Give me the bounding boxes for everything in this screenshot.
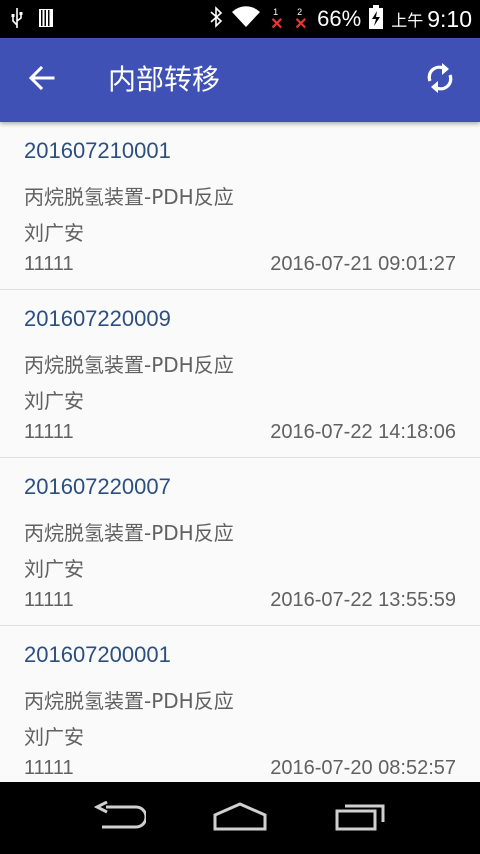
battery-percent: 66%	[317, 6, 362, 31]
nav-home-button[interactable]	[205, 793, 275, 843]
nav-recents-button[interactable]	[325, 793, 395, 843]
record-id: 201607210001	[24, 138, 171, 163]
clock-ampm: 上午	[391, 13, 424, 30]
arrow-back-icon	[28, 65, 55, 95]
record-id: 201607200001	[24, 642, 171, 667]
record-time: 2016-07-22 13:55:59	[270, 589, 456, 611]
nav-recents-icon	[334, 801, 386, 835]
list-item[interactable]: 201607210001 丙烷脱氢装置-PDH反应 刘广安 11111 2016…	[0, 122, 480, 290]
record-id: 201607220007	[24, 474, 171, 499]
nav-back-icon	[93, 800, 148, 835]
record-person: 刘广安	[24, 389, 84, 413]
bluetooth-icon	[209, 5, 223, 33]
back-button[interactable]	[22, 60, 62, 100]
record-time: 2016-07-21 09:01:27	[270, 253, 456, 275]
sim2-no-signal-icon: 2 ✕	[294, 7, 308, 33]
record-person: 刘广安	[24, 221, 84, 245]
record-time: 2016-07-20 08:52:57	[270, 757, 456, 779]
record-device: 丙烷脱氢装置-PDH反应	[24, 521, 234, 545]
record-code: 11111	[24, 253, 74, 275]
record-code: 11111	[24, 589, 74, 611]
usb-icon	[10, 7, 24, 33]
refresh-icon	[425, 61, 455, 99]
page-title: 内部转移	[108, 63, 221, 96]
record-person: 刘广安	[24, 725, 84, 749]
record-time: 2016-07-22 14:18:06	[270, 421, 456, 443]
record-device: 丙烷脱氢装置-PDH反应	[24, 185, 234, 209]
wifi-icon	[231, 5, 261, 33]
sim1-no-signal-icon: 1 ✕	[270, 7, 284, 33]
list-item[interactable]: 201607220007 丙烷脱氢装置-PDH反应 刘广安 11111 2016…	[0, 458, 480, 626]
record-code: 11111	[24, 421, 74, 443]
battery-charging-icon	[369, 4, 384, 34]
record-device: 丙烷脱氢装置-PDH反应	[24, 689, 234, 713]
nav-back-button[interactable]	[85, 793, 155, 843]
status-bar: 1 ✕ 2 ✕ 66% 上午 9:10	[0, 0, 480, 38]
navigation-bar	[0, 782, 480, 854]
record-device: 丙烷脱氢装置-PDH反应	[24, 353, 234, 377]
refresh-button[interactable]	[420, 60, 460, 100]
list-item[interactable]: 201607220009 丙烷脱氢装置-PDH反应 刘广安 11111 2016…	[0, 290, 480, 458]
nav-home-icon	[212, 801, 268, 835]
list-item[interactable]: 201607200001 丙烷脱氢装置-PDH反应 刘广安 11111 2016…	[0, 626, 480, 782]
transfer-list[interactable]: 201607210001 丙烷脱氢装置-PDH反应 刘广安 11111 2016…	[0, 122, 480, 782]
record-code: 11111	[24, 757, 74, 779]
record-id: 201607220009	[24, 306, 171, 331]
record-person: 刘广安	[24, 557, 84, 581]
app-bar: 内部转移	[0, 38, 480, 122]
sdcard-icon	[38, 8, 54, 32]
clock: 9:10	[427, 5, 472, 32]
